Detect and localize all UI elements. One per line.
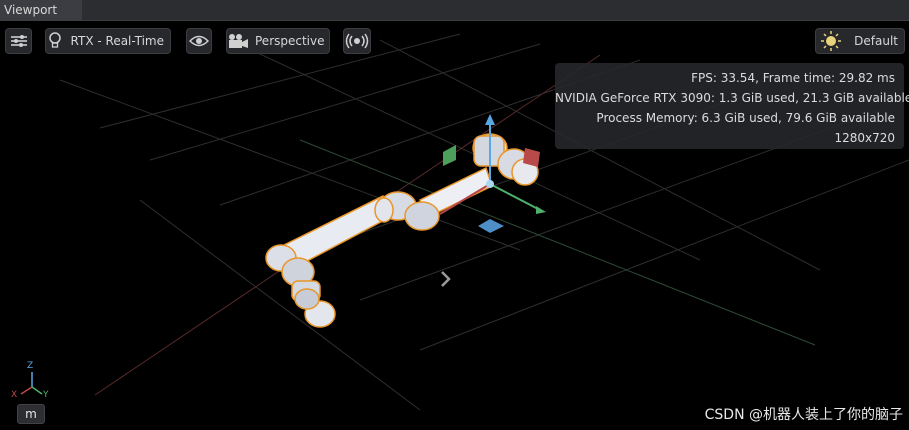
settings-button[interactable]: [5, 28, 32, 54]
axis-label-x: X: [11, 390, 18, 400]
unit-button[interactable]: m: [17, 404, 45, 424]
watermark: CSDN @机器人装上了你的脑子: [704, 407, 903, 423]
eye-icon: [189, 34, 209, 48]
renderer-dropdown[interactable]: RTX - Real-Time: [45, 28, 171, 54]
axis-label-y: Y: [43, 390, 49, 400]
gpu-stat: NVIDIA GeForce RTX 3090: 1.3 GiB used, 2…: [555, 91, 909, 105]
fps-stat: FPS: 33.54, Frame time: 29.82 ms: [691, 71, 895, 85]
camera-label: Perspective: [255, 34, 325, 48]
axis-label-z: Z: [27, 361, 34, 371]
lighting-label: Default: [854, 34, 898, 48]
lightbulb-icon: [46, 32, 65, 50]
camera-dropdown[interactable]: Perspective: [226, 28, 330, 54]
axis-indicator: [20, 372, 43, 395]
viewport-canvas[interactable]: RTX - Real-Time Perspective Default FPS:…: [0, 21, 909, 430]
resolution-stat: 1280x720: [834, 131, 895, 145]
broadcast-button[interactable]: [343, 28, 371, 54]
renderer-label: RTX - Real-Time: [70, 34, 164, 48]
grid-axis-y-green: [299, 139, 816, 346]
tab-viewport[interactable]: Viewport: [0, 0, 82, 20]
lighting-dropdown[interactable]: Default: [815, 28, 905, 54]
memory-stat: Process Memory: 6.3 GiB used, 79.6 GiB a…: [596, 111, 895, 125]
chevron-right-icon[interactable]: [441, 271, 451, 287]
visibility-button[interactable]: [186, 28, 212, 54]
robot-arm[interactable]: [265, 133, 539, 328]
sun-icon: [816, 31, 845, 51]
settings-sliders-icon: [10, 34, 28, 48]
tab-bar: Viewport: [0, 0, 909, 21]
movie-camera-icon: [227, 33, 249, 49]
stats-overlay: FPS: 33.54, Frame time: 29.82 ms NVIDIA …: [555, 63, 909, 149]
broadcast-icon: [345, 33, 369, 49]
